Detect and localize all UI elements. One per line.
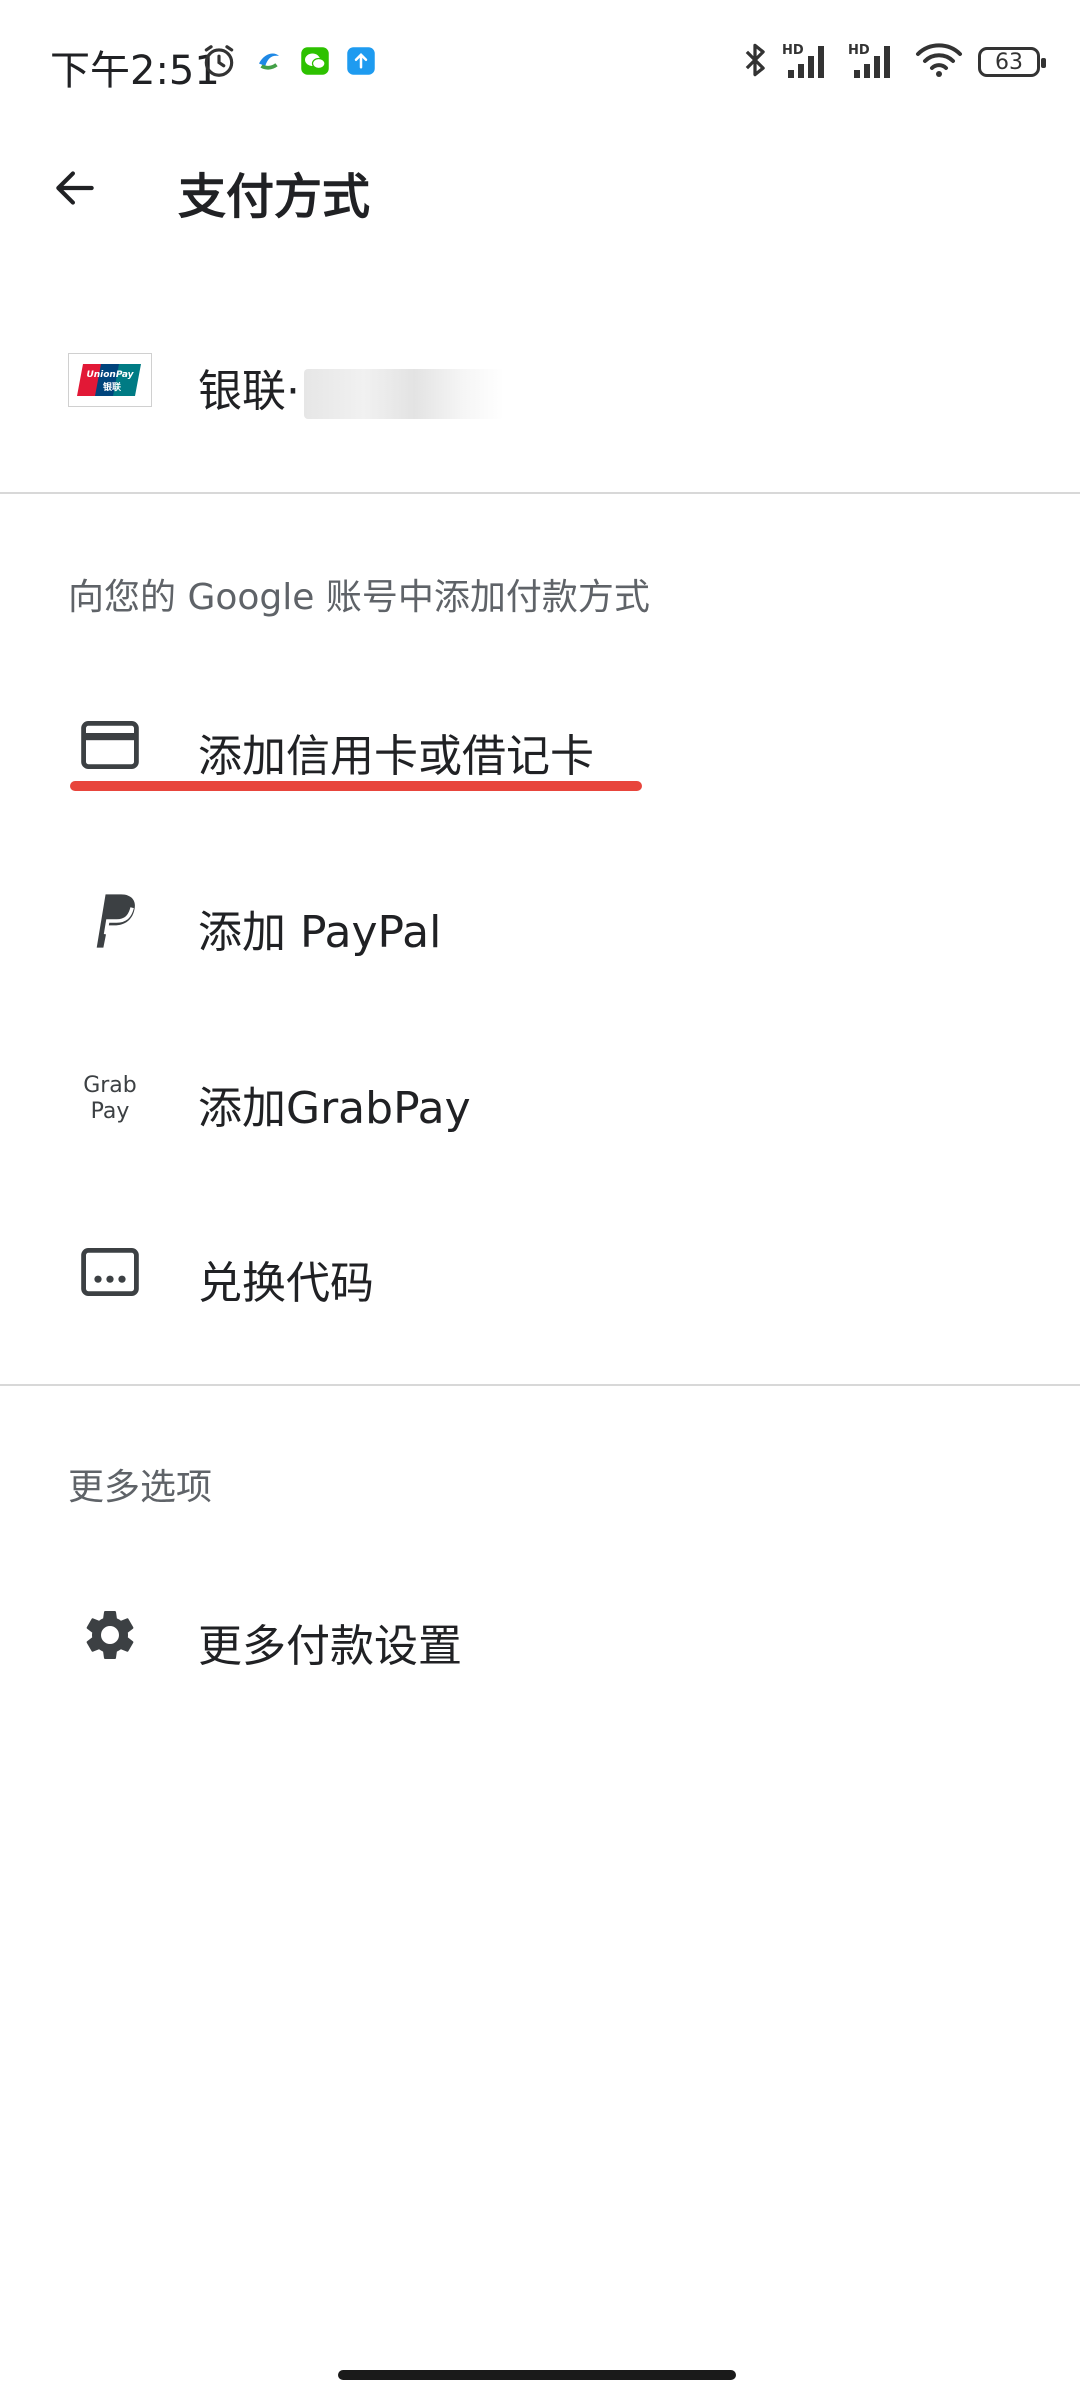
add-grabpay-item[interactable]: Grab Pay 添加GrabPay bbox=[0, 1022, 1080, 1172]
wifi-icon bbox=[914, 40, 964, 84]
signal-hd-icon: HD bbox=[782, 40, 834, 84]
add-grabpay-label: 添加GrabPay bbox=[198, 1083, 471, 1134]
saved-card-row[interactable]: UnionPay 银联 银联· bbox=[0, 305, 1080, 455]
home-indicator[interactable] bbox=[338, 2370, 736, 2380]
back-button[interactable] bbox=[40, 155, 110, 225]
grabpay-icon-line1: Grab bbox=[83, 1073, 137, 1098]
app-notification-icon bbox=[254, 46, 284, 80]
upload-icon bbox=[346, 46, 376, 80]
divider bbox=[0, 1384, 1080, 1386]
app-bar: 支付方式 bbox=[0, 130, 1080, 240]
add-card-item[interactable]: 添加信用卡或借记卡 bbox=[0, 670, 1080, 820]
add-paypal-item[interactable]: 添加 PayPal bbox=[0, 846, 1080, 996]
credit-card-icon bbox=[68, 710, 152, 780]
unionpay-logo-icon: UnionPay 银联 bbox=[68, 345, 152, 415]
divider bbox=[0, 492, 1080, 494]
status-icons-right: HD HD 63 bbox=[742, 40, 1046, 84]
svg-text:HD: HD bbox=[848, 43, 870, 58]
svg-text:UnionPay: UnionPay bbox=[86, 370, 134, 380]
redeem-code-item[interactable]: 兑换代码 bbox=[0, 1197, 1080, 1347]
status-time: 下午2:51 bbox=[50, 48, 220, 94]
more-payment-settings-label: 更多付款设置 bbox=[198, 1621, 462, 1672]
battery-icon: 63 bbox=[978, 47, 1046, 77]
paypal-icon bbox=[68, 886, 152, 956]
alarm-icon bbox=[200, 42, 238, 84]
battery-level: 63 bbox=[995, 49, 1023, 75]
status-icons-left bbox=[200, 42, 376, 84]
page-title: 支付方式 bbox=[178, 169, 371, 225]
gear-icon bbox=[68, 1600, 152, 1670]
add-paypal-label: 添加 PayPal bbox=[198, 907, 442, 958]
arrow-left-icon bbox=[50, 163, 100, 217]
saved-card-label: 银联· bbox=[198, 355, 504, 419]
add-card-label: 添加信用卡或借记卡 bbox=[198, 731, 594, 782]
redeem-code-label: 兑换代码 bbox=[198, 1258, 374, 1309]
svg-text:HD: HD bbox=[782, 43, 804, 58]
grabpay-icon-line2: Pay bbox=[91, 1099, 130, 1124]
signal-hd-icon: HD bbox=[848, 40, 900, 84]
svg-text:银联: 银联 bbox=[103, 381, 122, 393]
highlight-underline bbox=[70, 781, 642, 791]
more-options-header: 更多选项 bbox=[68, 1467, 213, 1508]
add-payment-section-header: 向您的 Google 账号中添加付款方式 bbox=[68, 577, 650, 618]
grabpay-icon: Grab Pay bbox=[68, 1062, 152, 1132]
bluetooth-icon bbox=[742, 40, 768, 84]
saved-card-name: 银联· bbox=[198, 366, 300, 417]
status-bar: 下午2:51 HD HD 63 bbox=[0, 0, 1080, 130]
redeem-code-icon bbox=[68, 1237, 152, 1307]
masked-card-number bbox=[304, 369, 504, 419]
wechat-icon bbox=[300, 46, 330, 80]
more-payment-settings-item[interactable]: 更多付款设置 bbox=[0, 1560, 1080, 1710]
